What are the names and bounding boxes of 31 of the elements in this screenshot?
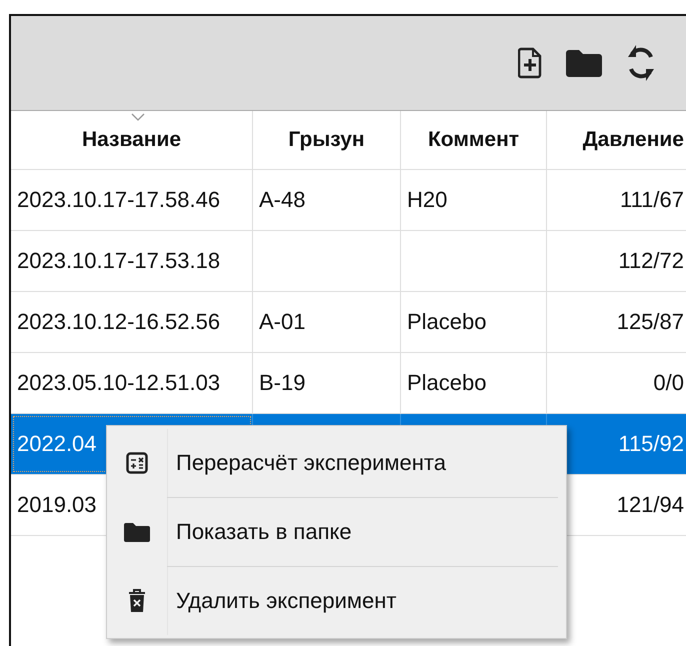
table-cell: 111/67 bbox=[620, 187, 684, 213]
table-cell: 2023.10.12-16.52.56 bbox=[17, 309, 220, 335]
table-cell: 125/87 bbox=[616, 309, 684, 335]
column-header[interactable]: Название bbox=[11, 111, 253, 169]
table-cell: 2023.10.17-17.53.18 bbox=[17, 248, 220, 274]
table-cell: 2019.03 bbox=[17, 492, 97, 518]
column-header[interactable]: Коммент bbox=[401, 111, 547, 169]
sort-indicator-icon bbox=[131, 113, 145, 121]
table-cell: A-01 bbox=[259, 309, 306, 335]
table-cell: 2023.10.17-17.58.46 bbox=[17, 187, 220, 213]
folder-icon bbox=[123, 521, 151, 543]
table-row[interactable]: 2023.10.17-17.58.46 A-48 H20 111/67 bbox=[11, 169, 686, 230]
table-row[interactable]: 2023.10.12-16.52.56 A-01 Placebo 125/87 bbox=[11, 291, 686, 352]
table-cell: Placebo bbox=[407, 309, 487, 335]
table-cell: 115/92 bbox=[618, 431, 684, 457]
table-cell: 2022.04 bbox=[17, 431, 97, 457]
table-cell: 0/0 bbox=[653, 370, 684, 396]
table-cell: 2023.05.10-12.51.03 bbox=[17, 370, 220, 396]
menu-item[interactable]: Удалить эксперимент bbox=[107, 567, 566, 635]
table-row[interactable]: 2023.10.17-17.53.18 112/72 bbox=[11, 230, 686, 291]
trash-icon bbox=[128, 589, 146, 613]
calculator-icon bbox=[126, 452, 148, 474]
table-cell: H20 bbox=[407, 187, 448, 213]
table-cell: B-19 bbox=[259, 370, 306, 396]
table-cell: A-48 bbox=[259, 187, 306, 213]
table-cell: 112/72 bbox=[618, 248, 684, 274]
table-cell: Placebo bbox=[407, 370, 487, 396]
column-header[interactable]: Давление bbox=[547, 111, 686, 169]
new-file-button[interactable] bbox=[516, 45, 544, 81]
column-header[interactable]: Грызун bbox=[253, 111, 401, 169]
table-cell: 121/94 bbox=[616, 492, 684, 518]
